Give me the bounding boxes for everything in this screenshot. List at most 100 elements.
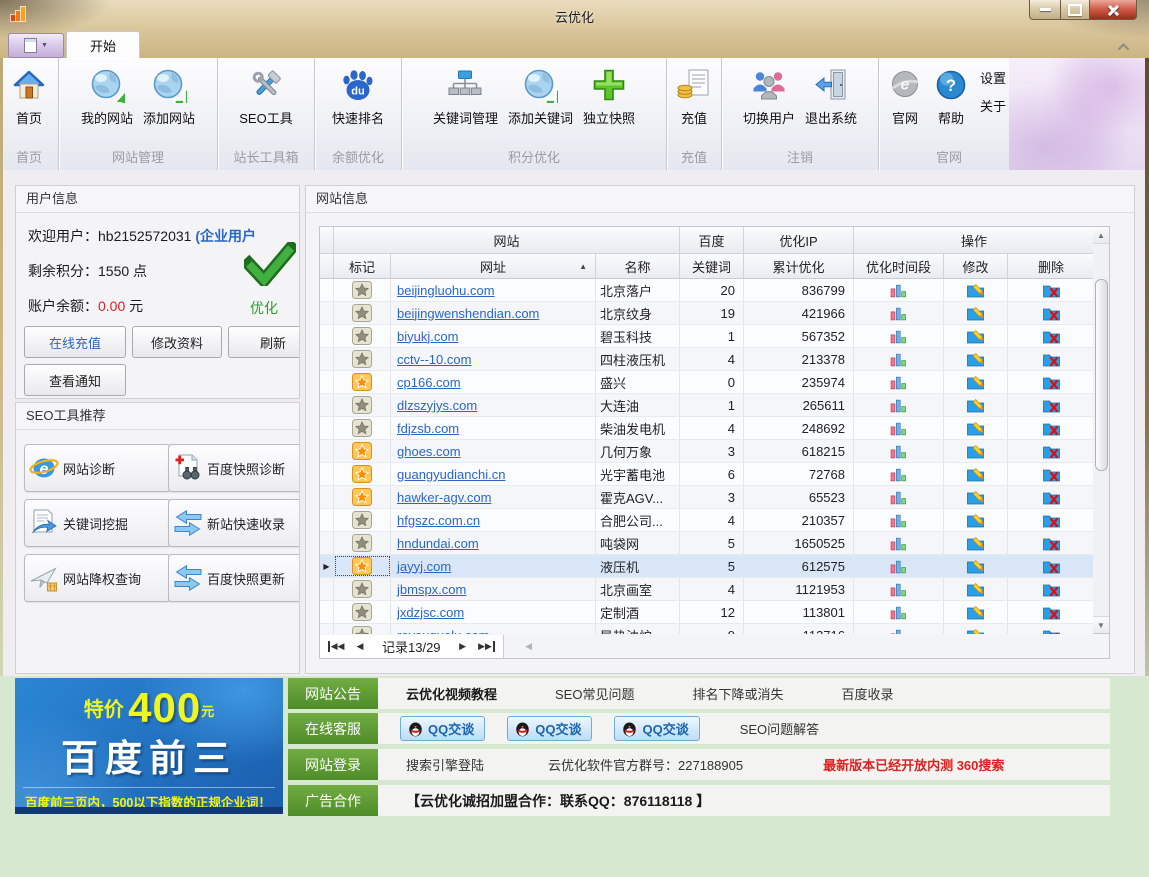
- period-chart-icon[interactable]: [854, 440, 944, 462]
- site-url-link[interactable]: beijingwenshendian.com: [397, 306, 539, 321]
- table-row[interactable]: hndundai.com 吨袋网 5 1650525: [320, 532, 1094, 555]
- edit-icon[interactable]: [944, 509, 1008, 531]
- online-recharge-button[interactable]: 在线充值: [24, 326, 126, 358]
- star-toggle[interactable]: [334, 394, 391, 416]
- col-url[interactable]: 网址▲: [391, 254, 596, 278]
- period-chart-icon[interactable]: [854, 578, 944, 600]
- period-chart-icon[interactable]: [854, 325, 944, 347]
- table-row[interactable]: beijingluohu.com 北京落户 20 836799: [320, 279, 1094, 302]
- close-button[interactable]: [1090, 0, 1137, 20]
- star-toggle[interactable]: [334, 532, 391, 554]
- col-mark[interactable]: 标记: [334, 254, 391, 278]
- delete-icon[interactable]: [1008, 532, 1094, 554]
- link-baidu-index[interactable]: 百度收录: [842, 684, 894, 703]
- seo-tools-button[interactable]: SEO工具: [234, 62, 297, 127]
- site-url-link[interactable]: jbmspx.com: [397, 582, 466, 597]
- col-name[interactable]: 名称: [596, 254, 680, 278]
- star-toggle[interactable]: [334, 486, 391, 508]
- edit-icon[interactable]: [944, 371, 1008, 393]
- delete-icon[interactable]: [1008, 325, 1094, 347]
- site-url-link[interactable]: guangyudianchi.cn: [397, 467, 505, 482]
- site-url-link[interactable]: beijingluohu.com: [397, 283, 495, 298]
- recharge-button[interactable]: 充值: [671, 62, 717, 127]
- col-keywords[interactable]: 关键词: [680, 254, 744, 278]
- hscroll-left-icon[interactable]: ◀: [518, 637, 540, 656]
- maximize-button[interactable]: [1061, 0, 1090, 20]
- table-row[interactable]: beijingwenshendian.com 北京纹身 19 421966: [320, 302, 1094, 325]
- table-row[interactable]: jxdzjsc.com 定制酒 12 113801: [320, 601, 1094, 624]
- site-url-link[interactable]: fdjzsb.com: [397, 421, 459, 436]
- period-chart-icon[interactable]: [854, 394, 944, 416]
- edit-icon[interactable]: [944, 302, 1008, 324]
- star-toggle[interactable]: [334, 509, 391, 531]
- edit-profile-button[interactable]: 修改资料: [132, 326, 222, 358]
- table-row[interactable]: cp166.com 盛兴 0 235974: [320, 371, 1094, 394]
- edit-icon[interactable]: [944, 532, 1008, 554]
- star-toggle[interactable]: [334, 601, 391, 623]
- period-chart-icon[interactable]: [854, 601, 944, 623]
- link-rank-drop[interactable]: 排名下降或消失: [692, 684, 783, 703]
- table-row[interactable]: guangyudianchi.cn 光宇蓄电池 6 72768: [320, 463, 1094, 486]
- edit-icon[interactable]: [944, 394, 1008, 416]
- edit-icon[interactable]: [944, 601, 1008, 623]
- exit-button[interactable]: 退出系统: [800, 62, 862, 127]
- ribbon-collapse-chevron-icon[interactable]: [1113, 40, 1133, 54]
- delete-icon[interactable]: [1008, 394, 1094, 416]
- qq-chat-button[interactable]: QQ交谈: [614, 716, 699, 741]
- period-chart-icon[interactable]: [854, 555, 944, 577]
- period-chart-icon[interactable]: [854, 463, 944, 485]
- app-menu-button[interactable]: ▼: [8, 33, 64, 58]
- edit-icon[interactable]: [944, 348, 1008, 370]
- star-toggle[interactable]: [334, 440, 391, 462]
- delete-icon[interactable]: [1008, 371, 1094, 393]
- qq-chat-button[interactable]: QQ交谈: [507, 716, 592, 741]
- table-row[interactable]: ghoes.com 几何万象 3 618215: [320, 440, 1094, 463]
- site-url-link[interactable]: jxdzjsc.com: [397, 605, 464, 620]
- site-url-link[interactable]: biyukj.com: [397, 329, 458, 344]
- add-site-button[interactable]: 添加网站: [138, 62, 200, 127]
- period-chart-icon[interactable]: [854, 532, 944, 554]
- scroll-up-icon[interactable]: ▲: [1093, 227, 1109, 244]
- view-notice-button[interactable]: 查看通知: [24, 364, 126, 396]
- first-page-button[interactable]: ◀◀: [324, 637, 348, 656]
- delete-icon[interactable]: [1008, 601, 1094, 623]
- keyword-manage-button[interactable]: 关键词管理: [428, 62, 503, 127]
- tab-start[interactable]: 开始: [66, 31, 140, 59]
- site-url-link[interactable]: hawker-agv.com: [397, 490, 491, 505]
- home-button[interactable]: 首页: [6, 62, 52, 127]
- vertical-scrollbar[interactable]: ▲ ▼: [1093, 226, 1110, 634]
- star-toggle[interactable]: [334, 325, 391, 347]
- help-button[interactable]: 帮助: [928, 62, 974, 127]
- col-edit[interactable]: 修改: [944, 254, 1008, 278]
- site-url-link[interactable]: hndundai.com: [397, 536, 479, 551]
- add-keyword-button[interactable]: 添加关键词: [503, 62, 578, 127]
- link-video-tutorial[interactable]: 云优化视频教程: [406, 684, 497, 703]
- delete-icon[interactable]: [1008, 578, 1094, 600]
- downgrade-check-button[interactable]: 网站降权查询: [24, 554, 171, 602]
- quick-rank-button[interactable]: 快速排名: [327, 62, 389, 127]
- table-row[interactable]: hfgszc.com.cn 合肥公司... 4 210357: [320, 509, 1094, 532]
- delete-icon[interactable]: [1008, 555, 1094, 577]
- star-toggle[interactable]: [334, 578, 391, 600]
- prev-page-button[interactable]: ◀: [348, 637, 372, 656]
- star-toggle[interactable]: [334, 348, 391, 370]
- site-diagnose-button[interactable]: 网站诊断: [24, 444, 171, 492]
- col-delete[interactable]: 删除: [1008, 254, 1094, 278]
- delete-icon[interactable]: [1008, 348, 1094, 370]
- edit-icon[interactable]: [944, 440, 1008, 462]
- site-url-link[interactable]: ghoes.com: [397, 444, 461, 459]
- period-chart-icon[interactable]: [854, 417, 944, 439]
- period-chart-icon[interactable]: [854, 302, 944, 324]
- star-toggle[interactable]: [334, 279, 391, 301]
- edit-icon[interactable]: [944, 578, 1008, 600]
- snapshot-diagnose-button[interactable]: 百度快照诊断: [168, 444, 300, 492]
- snapshot-button[interactable]: 独立快照: [578, 62, 640, 127]
- site-url-link[interactable]: dlzszyjys.com: [397, 398, 477, 413]
- star-toggle[interactable]: [334, 371, 391, 393]
- period-chart-icon[interactable]: [854, 509, 944, 531]
- table-row[interactable]: fdjzsb.com 柴油发电机 4 248692: [320, 417, 1094, 440]
- settings-button[interactable]: 设置: [980, 68, 1006, 87]
- snapshot-update-button[interactable]: 百度快照更新: [168, 554, 300, 602]
- edit-icon[interactable]: [944, 417, 1008, 439]
- site-url-link[interactable]: hfgszc.com.cn: [397, 513, 480, 528]
